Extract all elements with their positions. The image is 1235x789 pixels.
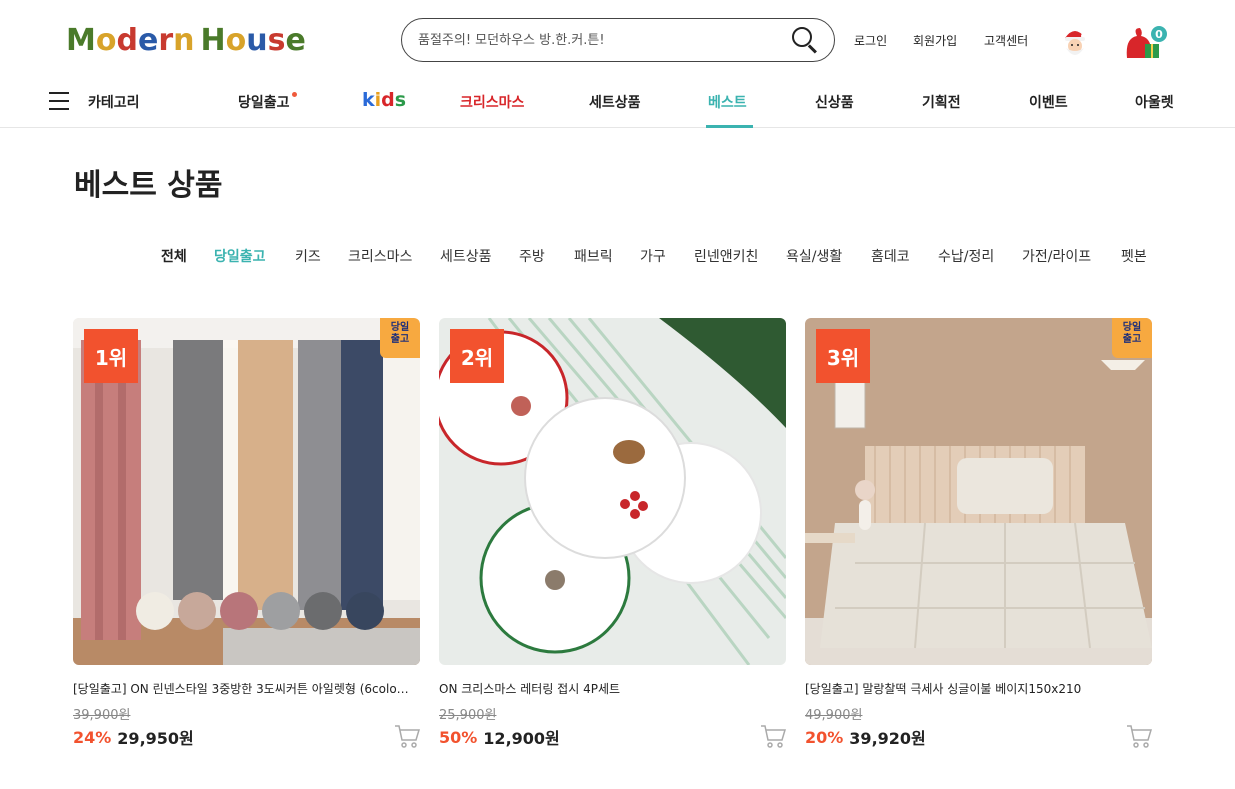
swatch-rose[interactable] [220, 592, 258, 630]
sale-price: 29,950원 [117, 729, 194, 748]
nav-same-day[interactable]: 당일출고 [238, 92, 297, 112]
swatch-navy[interactable] [346, 592, 384, 630]
product-image-blanket[interactable]: 3위 당일 출고 [805, 318, 1152, 665]
original-price: 39,900원 [73, 708, 131, 723]
modernhouse-logo[interactable]: ModernHouse [66, 20, 306, 60]
swatch-charcoal[interactable] [304, 592, 342, 630]
search-icon[interactable] [792, 27, 818, 54]
filter-homedeco[interactable]: 홈데코 [871, 246, 910, 266]
filter-furniture[interactable]: 가구 [640, 246, 666, 266]
add-to-cart-icon[interactable] [394, 723, 420, 749]
discount-rate: 24% [73, 727, 112, 747]
page: ModernHouse 로그인 회원가입 고객센터 0 카테고리 당일출고 ki… [0, 0, 1235, 789]
kids-s: s [394, 89, 407, 111]
nav-christmas[interactable]: 크리스마스 [460, 92, 524, 112]
menu-icon[interactable] [49, 92, 69, 110]
search-input[interactable] [418, 32, 792, 48]
price-row: 50% 12,900원 [439, 725, 786, 749]
add-to-cart-icon[interactable] [1126, 723, 1152, 749]
price-row: 24% 29,950원 [73, 725, 420, 749]
same-day-badge: 당일 출고 [380, 318, 420, 358]
filter-pet[interactable]: 펫본 [1121, 246, 1147, 266]
nav-new[interactable]: 신상품 [815, 92, 854, 112]
nav-category[interactable]: 카테고리 [88, 92, 140, 112]
filter-bath[interactable]: 욕실/생활 [786, 246, 842, 266]
color-swatches [136, 592, 384, 630]
customer-center-link[interactable]: 고객센터 [984, 32, 1028, 49]
signup-link[interactable]: 회원가입 [913, 32, 957, 49]
main-nav: 카테고리 당일출고 kids 크리스마스 세트상품 베스트 신상품 기획전 이벤… [0, 78, 1235, 128]
same-day-badge: 당일 출고 [1112, 318, 1152, 358]
login-link[interactable]: 로그인 [854, 32, 887, 49]
rank-badge: 3위 [816, 329, 870, 383]
product-name[interactable]: [당일출고] ON 린넨스타일 3중방한 3도씨커튼 아일렛형 (6colo… [73, 680, 420, 697]
cart-bag-icon[interactable]: 0 [1123, 22, 1167, 62]
kids-k: k [362, 89, 375, 111]
search-bar[interactable] [401, 18, 835, 62]
nav-set[interactable]: 세트상품 [589, 92, 641, 112]
kids-d: d [381, 89, 395, 111]
nav-outlet[interactable]: 아울렛 [1135, 92, 1174, 112]
price-row: 20% 39,920원 [805, 725, 1152, 749]
filter-all[interactable]: 전체 [161, 246, 187, 266]
product-card[interactable]: 1위 당일 출고 [당일출고] ON 린넨스타일 3중방한 3도씨커튼 아일렛형… [73, 318, 420, 749]
filter-fabric[interactable]: 패브릭 [574, 246, 613, 266]
original-price: 49,900원 [805, 708, 863, 723]
filter-set[interactable]: 세트상품 [440, 246, 492, 266]
product-image-curtains[interactable]: 1위 당일 출고 [73, 318, 420, 665]
cart-count: 0 [1155, 28, 1163, 41]
filter-appliance[interactable]: 가전/라이프 [1022, 246, 1091, 266]
filter-kitchen[interactable]: 주방 [519, 246, 545, 266]
sale-price: 39,920원 [849, 729, 926, 748]
rank-badge: 2위 [450, 329, 504, 383]
filter-kids[interactable]: 키즈 [295, 246, 321, 266]
page-title: 베스트 상품 [74, 168, 223, 203]
filter-same-day[interactable]: 당일출고 [214, 246, 266, 266]
rank-badge: 1위 [84, 329, 138, 383]
swatch-cream[interactable] [136, 592, 174, 630]
swatch-beige[interactable] [178, 592, 216, 630]
discount-rate: 20% [805, 727, 844, 747]
new-dot [291, 92, 297, 97]
nav-promo[interactable]: 기획전 [922, 92, 961, 112]
product-name[interactable]: ON 크리스마스 레터링 접시 4P세트 [439, 680, 786, 697]
discount-rate: 50% [439, 727, 478, 747]
product-card[interactable]: 2위 ON 크리스마스 레터링 접시 4P세트 25,900원 50% 12,9… [439, 318, 786, 749]
filter-linen-kitchen[interactable]: 린넨앤키친 [694, 246, 758, 266]
santa-icon[interactable] [1062, 24, 1088, 60]
product-name[interactable]: [당일출고] 말랑찰떡 극세사 싱글이불 베이지150x210 [805, 680, 1152, 697]
sale-price: 12,900원 [483, 729, 560, 748]
filter-christmas[interactable]: 크리스마스 [348, 246, 412, 266]
swatch-gray[interactable] [262, 592, 300, 630]
product-card[interactable]: 3위 당일 출고 [당일출고] 말랑찰떡 극세사 싱글이불 베이지150x210… [805, 318, 1152, 749]
original-price: 25,900원 [439, 708, 497, 723]
nav-same-day-label: 당일출고 [238, 95, 290, 111]
nav-active-underline [706, 125, 753, 128]
product-image-plates[interactable]: 2위 [439, 318, 786, 665]
nav-event[interactable]: 이벤트 [1029, 92, 1068, 112]
nav-kids[interactable]: kids [362, 89, 406, 111]
filter-storage[interactable]: 수납/정리 [938, 246, 994, 266]
nav-best[interactable]: 베스트 [708, 92, 747, 112]
add-to-cart-icon[interactable] [760, 723, 786, 749]
